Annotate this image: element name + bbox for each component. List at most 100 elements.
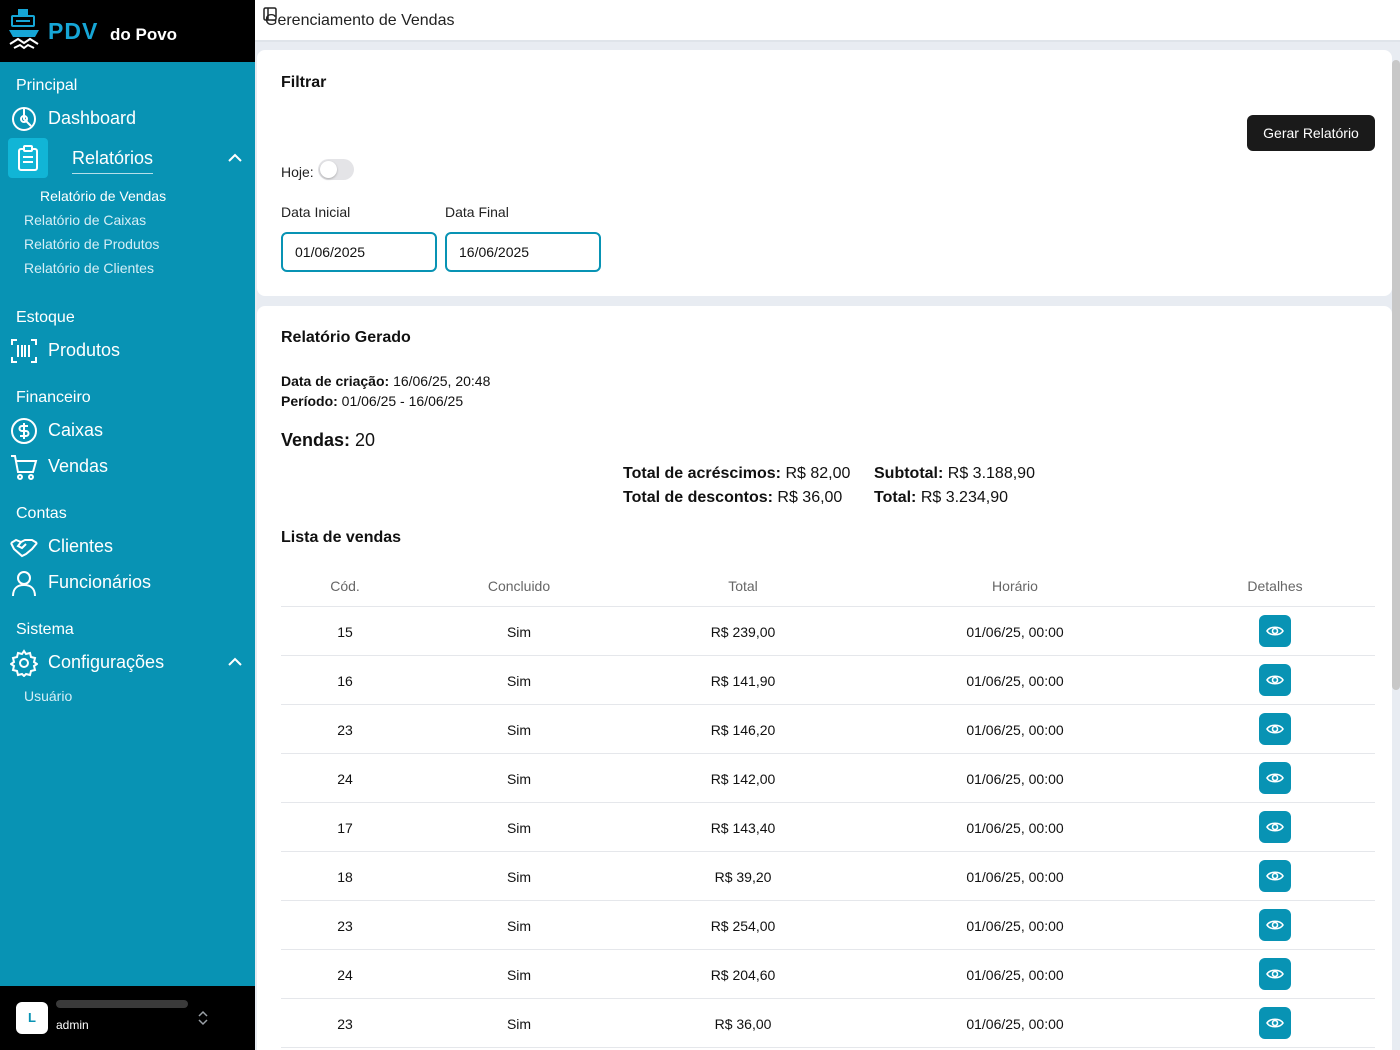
created-at: Data de criação: 16/06/25, 20:48 xyxy=(281,373,490,389)
section-principal: Principal xyxy=(16,77,78,94)
table-row: 18 Sim R$ 39,20 01/06/25, 00:00 xyxy=(281,852,1375,901)
clipboard-icon xyxy=(18,145,38,171)
end-date-input[interactable] xyxy=(445,232,601,272)
sidebar-label-configuracoes: Configurações xyxy=(48,652,165,672)
end-date-label: Data Final xyxy=(445,204,509,220)
subtotal-label: Subtotal: xyxy=(874,465,944,482)
cell-concluido: Sim xyxy=(506,722,532,738)
cell-total: R$ 36,00 xyxy=(714,1016,772,1032)
eye-icon xyxy=(1266,626,1284,636)
view-details-button[interactable] xyxy=(1259,860,1291,892)
user-role: admin xyxy=(56,1018,89,1032)
cell-horario: 01/06/25, 00:00 xyxy=(966,673,1064,689)
cell-total: R$ 146,20 xyxy=(710,722,776,738)
col-horario: Horário xyxy=(992,578,1038,594)
sidebar-subitem-relatorio-produtos[interactable]: Relatório de Produtos xyxy=(24,236,159,252)
table-row: 23 Sim R$ 36,00 01/06/25, 00:00 xyxy=(281,999,1375,1048)
sidebar-subitem-relatorio-vendas[interactable]: Relatório de Vendas xyxy=(40,188,166,204)
sidebar-label-dashboard: Dashboard xyxy=(48,108,137,128)
filter-title: Filtrar xyxy=(281,74,327,91)
user-menu[interactable]: L admin xyxy=(0,986,255,1050)
sidebar-item-vendas[interactable]: Vendas xyxy=(0,448,255,484)
total: Total: R$ 3.234,90 xyxy=(874,489,1008,507)
updown-icon[interactable] xyxy=(196,1010,210,1026)
cell-total: R$ 143,40 xyxy=(710,820,776,836)
start-date-input[interactable] xyxy=(281,232,437,272)
report-title: Relatório Gerado xyxy=(281,329,411,346)
view-details-button[interactable] xyxy=(1259,713,1291,745)
top-header: Gerenciamento de Vendas xyxy=(255,0,1400,42)
col-total: Total xyxy=(728,578,758,594)
cell-concluido: Sim xyxy=(506,771,532,787)
start-date-label: Data Inicial xyxy=(281,204,351,220)
cell-concluido: Sim xyxy=(506,1016,532,1032)
brand-subname: do Povo xyxy=(110,25,178,44)
brand-header[interactable]: PDV do Povo xyxy=(0,0,255,62)
sidebar-item-funcionarios[interactable]: Funcionários xyxy=(0,564,255,600)
sidebar-subitem-relatorio-caixas[interactable]: Relatório de Caixas xyxy=(24,212,146,228)
eye-icon xyxy=(1266,773,1284,783)
cell-total: R$ 204,60 xyxy=(710,967,776,983)
period: Período: 01/06/25 - 16/06/25 xyxy=(281,393,463,409)
scrollbar[interactable] xyxy=(1392,60,1400,690)
sidebar-item-dashboard[interactable]: Dashboard xyxy=(0,100,255,136)
sidebar-label-funcionarios: Funcionários xyxy=(48,572,152,592)
chevron-up-icon[interactable] xyxy=(227,150,243,166)
col-cod: Cód. xyxy=(330,578,360,594)
view-details-button[interactable] xyxy=(1259,1007,1291,1039)
cell-cod: 24 xyxy=(337,771,353,787)
avatar: L xyxy=(16,1002,48,1034)
sales-list-title: Lista de vendas xyxy=(281,529,402,546)
view-details-button[interactable] xyxy=(1259,958,1291,990)
cell-total: R$ 239,00 xyxy=(710,624,776,640)
view-details-button[interactable] xyxy=(1259,811,1291,843)
today-label: Hoje: xyxy=(281,164,314,180)
cell-cod: 16 xyxy=(337,673,353,689)
sidebar-item-relatorios[interactable]: Relatórios xyxy=(72,148,154,174)
view-details-button[interactable] xyxy=(1259,762,1291,794)
barcode-icon xyxy=(11,339,37,363)
today-toggle[interactable] xyxy=(318,159,354,180)
period-label: Período: xyxy=(281,393,338,409)
view-details-button[interactable] xyxy=(1259,909,1291,941)
total-descontos: Total de descontos: R$ 36,00 xyxy=(623,489,842,507)
relatorios-icon-box[interactable] xyxy=(8,138,48,178)
sidebar-item-configuracoes[interactable]: Configurações xyxy=(0,644,255,680)
ship-handshake-logo-icon xyxy=(9,9,39,50)
cell-cod: 17 xyxy=(337,820,353,836)
sidebar-subitem-usuario[interactable]: Usuário xyxy=(24,688,72,704)
view-details-button[interactable] xyxy=(1259,664,1291,696)
cell-cod: 23 xyxy=(337,918,353,934)
total-value: R$ 3.234,90 xyxy=(920,489,1008,506)
cell-concluido: Sim xyxy=(506,820,532,836)
generate-report-button[interactable]: Gerar Relatório xyxy=(1247,115,1375,151)
cell-horario: 01/06/25, 00:00 xyxy=(966,869,1064,885)
eye-icon xyxy=(1266,1018,1284,1028)
total-acrescimos: Total de acréscimos: R$ 82,00 xyxy=(623,465,850,483)
cell-cod: 15 xyxy=(337,624,353,640)
sidebar-subitem-relatorio-clientes[interactable]: Relatório de Clientes xyxy=(24,260,154,276)
eye-icon xyxy=(1266,724,1284,734)
dashboard-icon xyxy=(12,107,36,131)
sidebar-item-caixas[interactable]: Caixas xyxy=(0,412,255,448)
cell-horario: 01/06/25, 00:00 xyxy=(966,967,1064,983)
sidebar-label-produtos: Produtos xyxy=(48,340,121,360)
eye-icon xyxy=(1266,920,1284,930)
table-row: 17 Sim R$ 143,40 01/06/25, 00:00 xyxy=(281,803,1375,852)
user-name-redacted xyxy=(56,1000,188,1008)
eye-icon xyxy=(1266,822,1284,832)
dollar-circle-icon xyxy=(11,418,37,444)
sidebar-item-clientes[interactable]: Clientes xyxy=(0,528,255,564)
sales-label: Vendas: xyxy=(281,430,351,450)
chevron-up-icon[interactable] xyxy=(227,654,243,670)
cell-total: R$ 39,20 xyxy=(714,869,772,885)
cell-total: R$ 254,00 xyxy=(710,918,776,934)
cell-cod: 18 xyxy=(337,869,353,885)
sales-count: Vendas: 20 xyxy=(281,430,375,451)
cell-concluido: Sim xyxy=(506,869,532,885)
view-details-button[interactable] xyxy=(1259,615,1291,647)
sidebar-item-produtos[interactable]: Produtos xyxy=(0,332,255,368)
period-value: 01/06/25 - 16/06/25 xyxy=(341,393,464,409)
cell-total: R$ 142,00 xyxy=(710,771,776,787)
eye-icon xyxy=(1266,675,1284,685)
